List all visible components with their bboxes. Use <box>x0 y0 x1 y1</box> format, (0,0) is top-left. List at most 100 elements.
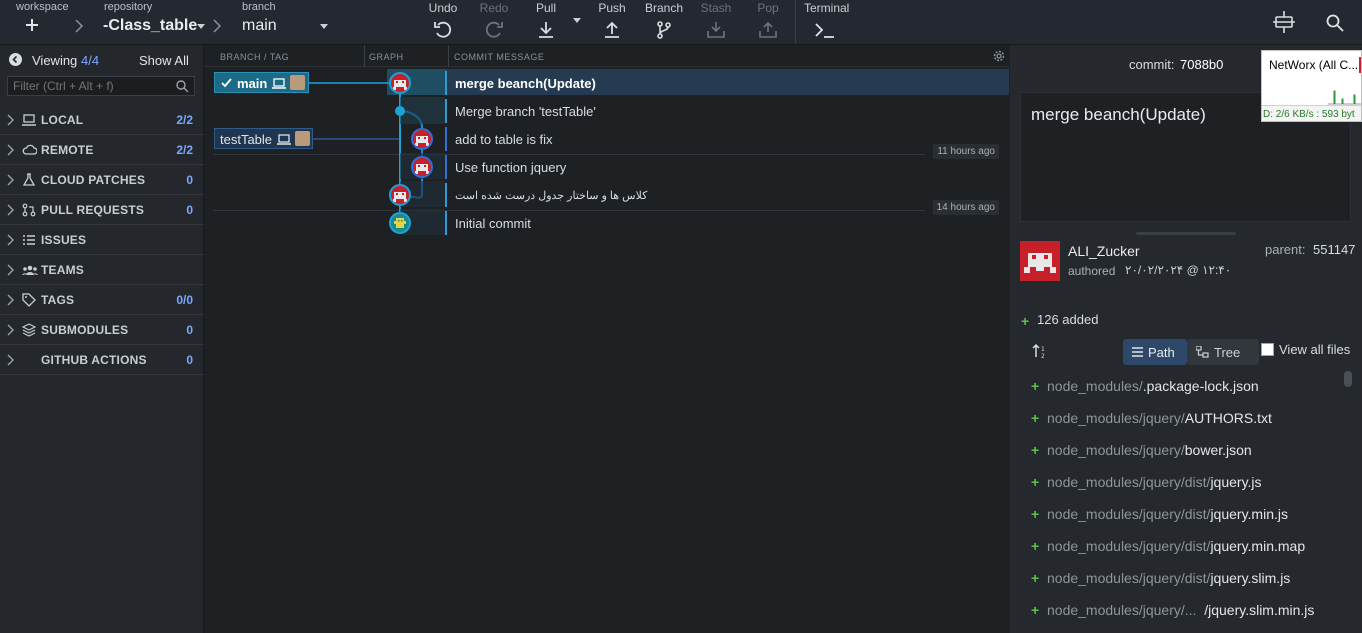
commit-message: Merge branch 'testTable' <box>455 104 596 119</box>
pull-options-caret-icon[interactable] <box>572 18 582 24</box>
terminal-button[interactable]: Terminal <box>802 0 852 44</box>
section-submodules[interactable]: SUBMODULES 0 <box>0 315 204 345</box>
push-button[interactable]: Push <box>587 0 637 44</box>
file-row[interactable]: + node_modules/jquery/dist/jquery.slim.j… <box>1010 563 1350 595</box>
add-workspace-button[interactable] <box>24 17 42 35</box>
layout-toggle-icon[interactable] <box>1270 10 1298 34</box>
path-tab-label: Path <box>1148 345 1175 360</box>
commit-label: commit: <box>1129 57 1175 72</box>
commit-graph-panel: BRANCH / TAG GRAPH COMMIT MESSAGE main t… <box>205 45 1009 633</box>
message-bar <box>445 127 447 151</box>
pull-icon <box>539 22 553 38</box>
section-count: 0/0 <box>176 293 193 307</box>
commit-row[interactable]: Use function jquery <box>205 153 1009 181</box>
tree-icon <box>1196 346 1209 358</box>
pull-button[interactable]: Pull <box>521 0 571 44</box>
stash-button[interactable]: Stash <box>691 0 741 44</box>
chevron-right-icon <box>7 234 14 246</box>
redo-button[interactable]: Redo <box>469 0 519 44</box>
networx-popup[interactable]: NetWorx (All C... D: 2/6 KB/s : 593 byt <box>1261 50 1362 122</box>
repository-selector[interactable]: -Class_table <box>103 17 197 35</box>
added-plus-icon: + <box>1021 313 1030 329</box>
chevron-right-icon <box>7 294 14 306</box>
file-row[interactable]: + node_modules/jquery/... /jquery.slim.m… <box>1010 595 1350 627</box>
commit-row[interactable]: Merge branch 'testTable' <box>205 97 1009 125</box>
networx-status: D: 2/6 KB/s : 593 byt <box>1262 105 1361 121</box>
undo-button[interactable]: Undo <box>418 0 468 44</box>
commit-row[interactable]: کلاس ها و ساختار جدول درست شده است <box>205 181 1009 209</box>
file-row[interactable]: + node_modules/jquery/dist/jquery.min.js <box>1010 499 1350 531</box>
commit-row[interactable]: merge beanch(Update) <box>205 69 1009 97</box>
branch-selector[interactable]: main <box>242 17 277 35</box>
workspace-label: workspace <box>16 1 69 13</box>
traffic-graph-icon <box>1328 90 1361 105</box>
col-graph[interactable]: GRAPH <box>369 52 404 62</box>
branch-label: branch <box>242 1 276 13</box>
svg-text:1: 1 <box>1041 346 1045 353</box>
file-dir: node_modules/jquery/ <box>1047 442 1185 458</box>
section-label: PULL REQUESTS <box>41 203 145 217</box>
section-teams[interactable]: TEAMS <box>0 255 204 285</box>
file-row[interactable]: + node_modules/jquery/dist/jquery.min.ma… <box>1010 531 1350 563</box>
filter-input[interactable] <box>7 76 195 96</box>
file-row[interactable]: + node_modules/jquery/AUTHORS.txt <box>1010 403 1350 435</box>
section-cloud-patches[interactable]: CLOUD PATCHES 0 <box>0 165 204 195</box>
search-icon[interactable] <box>1326 14 1344 32</box>
time-marker: 14 hours ago <box>932 200 999 215</box>
parent-hash[interactable]: 551147 <box>1313 242 1355 257</box>
file-name: AUTHORS.txt <box>1184 410 1272 426</box>
collapse-sidebar-icon[interactable] <box>9 53 22 66</box>
message-bar <box>445 155 447 179</box>
section-pull-requests[interactable]: PULL REQUESTS 0 <box>0 195 204 225</box>
tree-view-tab[interactable]: Tree <box>1187 339 1259 365</box>
added-icon: + <box>1031 506 1040 522</box>
file-name: jquery.js <box>1210 474 1262 490</box>
section-remote[interactable]: REMOTE 2/2 <box>0 135 204 165</box>
file-name: jquery.slim.js <box>1210 570 1291 586</box>
file-name: bower.json <box>1184 442 1252 458</box>
layers-icon <box>22 323 36 337</box>
file-dir: node_modules/jquery/dist/ <box>1047 538 1211 554</box>
chevron-right-icon <box>7 114 14 126</box>
commit-row[interactable]: add to table is fix <box>205 125 1009 153</box>
authored-date: ۲۰/۰۲/۲۰۲۴ @ ۱۲:۴۰ <box>1125 263 1232 277</box>
commit-hash[interactable]: 7088b0 <box>1180 57 1223 72</box>
commit-row[interactable]: Initial commit <box>205 209 1009 237</box>
section-issues[interactable]: ISSUES <box>0 225 204 255</box>
file-row[interactable]: + node_modules/jquery/dist/jquery.js <box>1010 467 1350 499</box>
path-view-tab[interactable]: Path <box>1123 339 1187 365</box>
plus-icon <box>26 19 38 31</box>
repository-label: repository <box>104 1 153 13</box>
column-headers: BRANCH / TAG GRAPH COMMIT MESSAGE <box>205 45 1009 67</box>
networx-stats: D: 2/6 KB/s : 593 byt <box>1263 109 1355 120</box>
file-row[interactable]: + node_modules/jquery/bower.json <box>1010 435 1350 467</box>
section-local[interactable]: LOCAL 2/2 <box>0 105 204 135</box>
section-label: TEAMS <box>41 263 84 277</box>
settings-gear-icon[interactable] <box>993 50 1005 62</box>
sort-icon[interactable]: 12 <box>1032 343 1048 359</box>
file-dir: node_modules/ <box>1047 378 1143 394</box>
resize-handle[interactable] <box>1136 232 1236 235</box>
view-all-checkbox[interactable] <box>1261 343 1274 356</box>
list-icon <box>1132 347 1143 357</box>
toolbar: workspace repository -Class_table branch… <box>0 0 1362 45</box>
section-github-actions[interactable]: GITHUB ACTIONS 0 <box>0 345 204 375</box>
filter-search-icon <box>176 80 189 93</box>
branch-button[interactable]: Branch <box>639 0 689 44</box>
file-row[interactable]: + node_modules/.package-lock.json <box>1010 371 1350 403</box>
message-bar <box>445 99 447 123</box>
section-count: 0 <box>186 203 193 217</box>
file-dir: node_modules/jquery/dist/ <box>1047 506 1211 522</box>
commit-summary: merge beanch(Update) <box>1031 105 1206 124</box>
col-branch-tag[interactable]: BRANCH / TAG <box>220 52 289 62</box>
show-all-button[interactable]: Show All <box>139 53 189 68</box>
push-icon <box>605 21 619 38</box>
caret-down-icon <box>197 24 205 29</box>
pop-button[interactable]: Pop <box>743 0 793 44</box>
col-commit-message[interactable]: COMMIT MESSAGE <box>454 52 544 62</box>
redo-icon <box>485 21 503 38</box>
laptop-icon <box>22 114 36 126</box>
section-tags[interactable]: TAGS 0/0 <box>0 285 204 315</box>
authored-label: authored <box>1068 264 1116 278</box>
stash-label: Stash <box>700 1 732 15</box>
